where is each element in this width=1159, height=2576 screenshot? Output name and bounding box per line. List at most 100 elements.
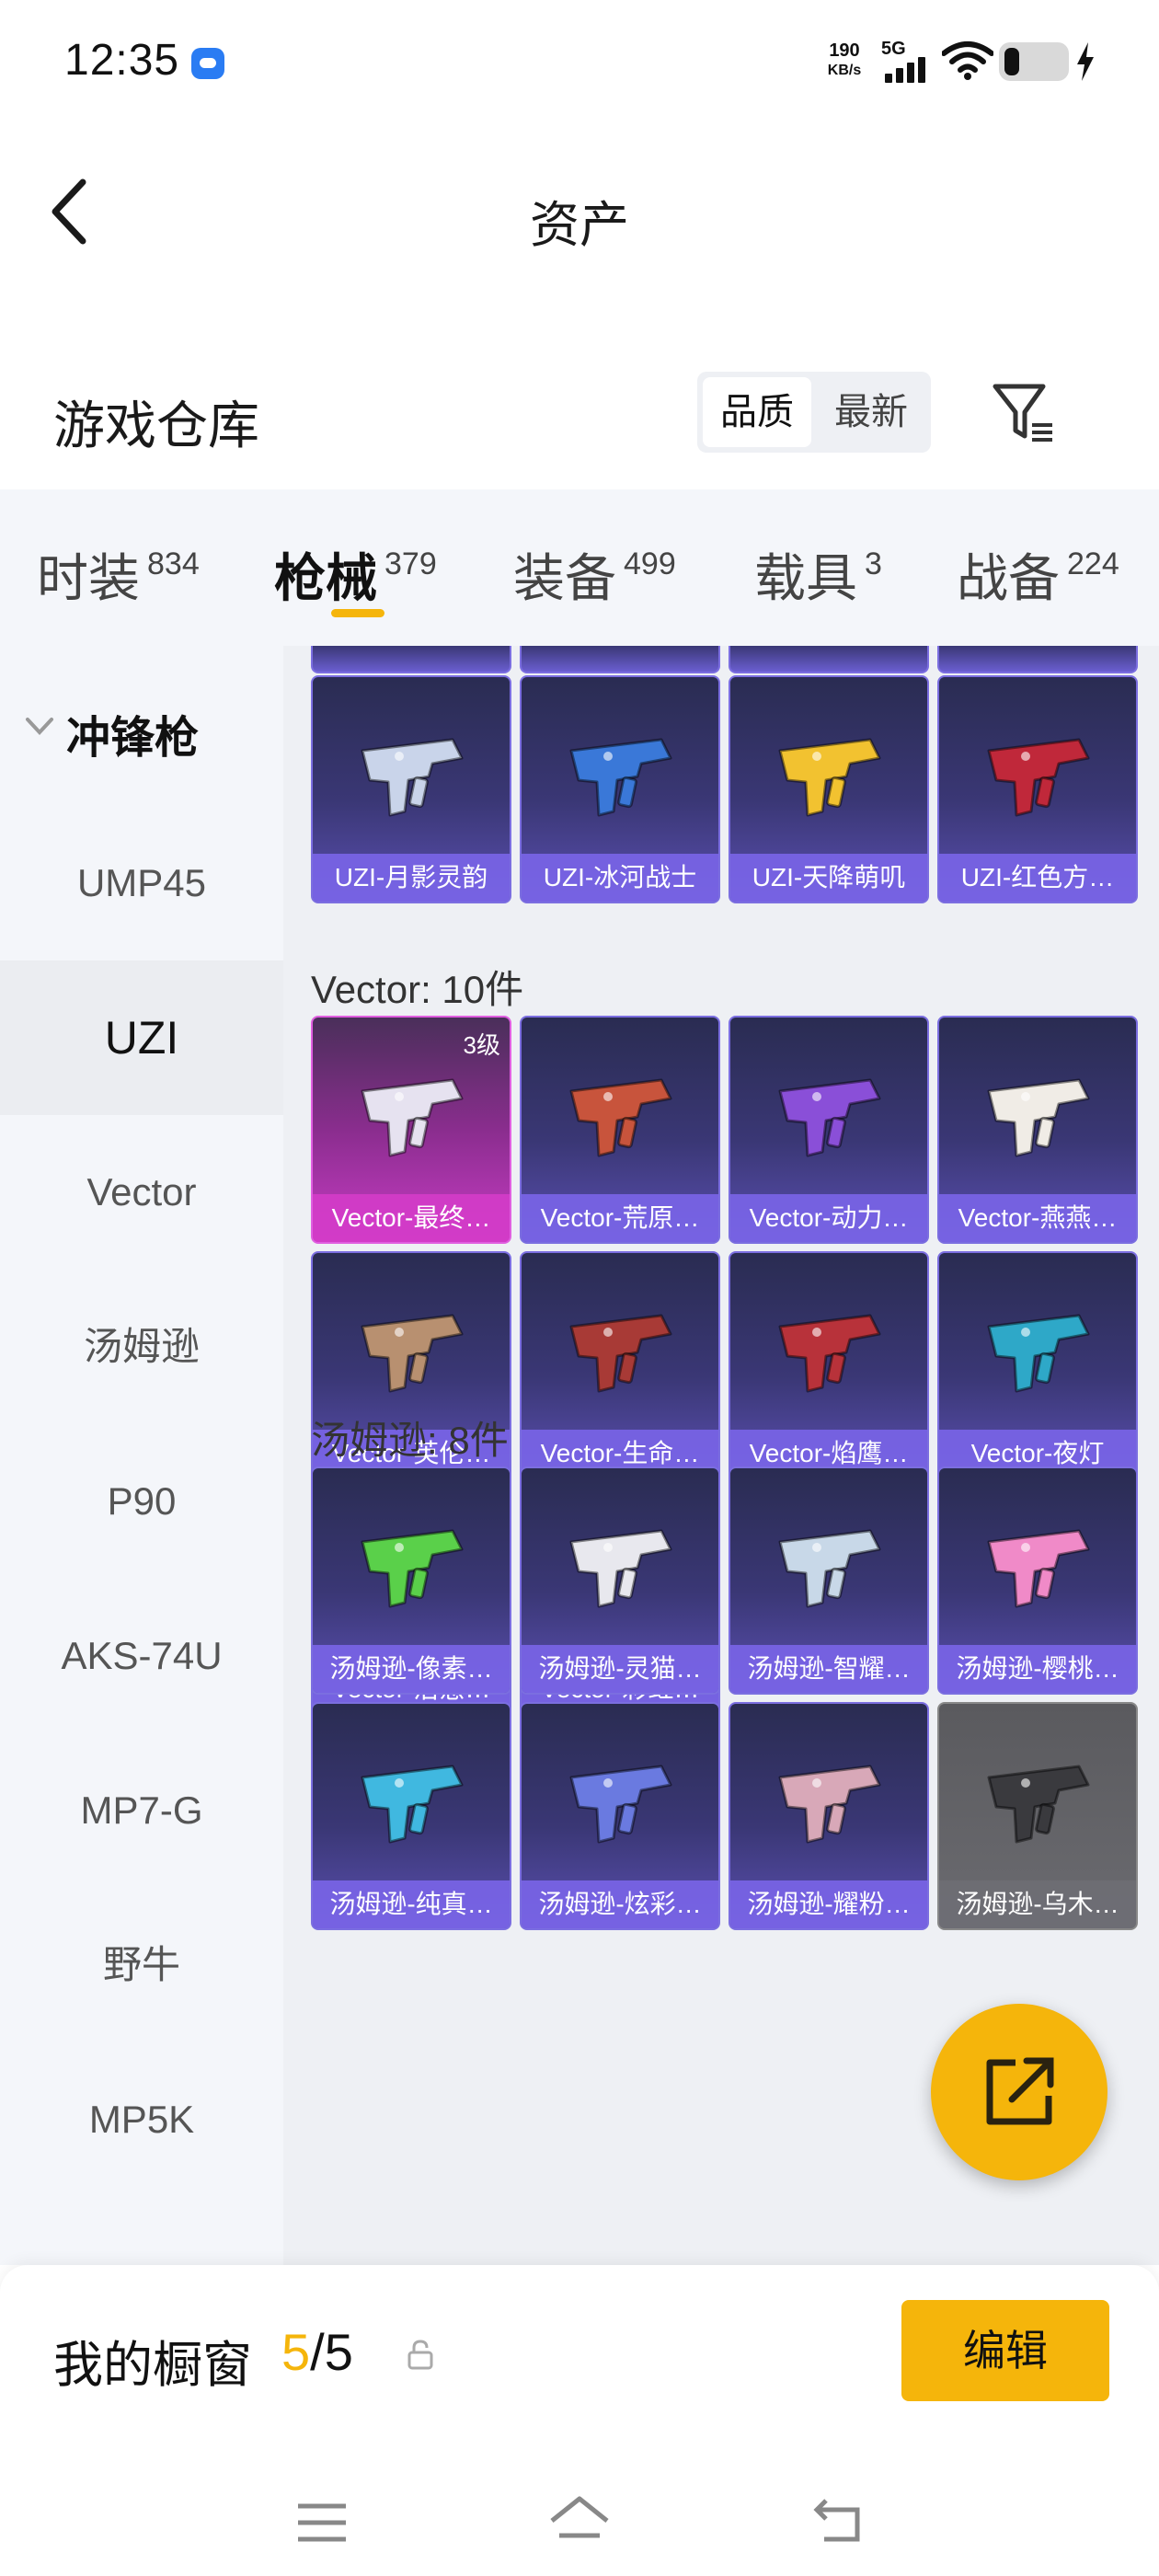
tab-equipment[interactable]: 装备 499: [513, 537, 676, 612]
weapon-skin-image: [987, 1765, 1090, 1844]
sidebar-item-aks74u[interactable]: AKS-74U: [0, 1579, 283, 1733]
skin-name: 汤姆逊-灵猫…: [522, 1645, 718, 1693]
group-title: 汤姆逊: 8件: [311, 1419, 509, 1462]
showcase-label: 我的橱窗: [53, 2338, 252, 2393]
signal-icon: [885, 55, 931, 83]
skin-card[interactable]: 汤姆逊-灵猫…: [520, 1466, 720, 1695]
network-speed-value: 190: [829, 40, 860, 61]
sort-option-quality[interactable]: 品质: [703, 377, 811, 447]
level-badge: 3级: [463, 1031, 500, 1059]
card-partial: [311, 646, 511, 673]
tab-count: 379: [384, 546, 437, 581]
skin-name: Vector-动力…: [730, 1194, 927, 1242]
weapon-skin-image: [361, 738, 464, 817]
wifi-icon: [942, 41, 993, 80]
warehouse-title: 游戏仓库: [53, 397, 259, 454]
skin-card[interactable]: Vector-燕燕…: [937, 1016, 1138, 1244]
sidebar-item-mp5k[interactable]: MP5K: [0, 2042, 283, 2197]
weapon-skin-image: [569, 1529, 672, 1608]
tab-label: 时装: [37, 549, 140, 607]
tab-vehicles[interactable]: 载具 3: [754, 537, 882, 612]
active-tab-indicator: [331, 609, 384, 617]
skin-card[interactable]: 汤姆逊-炫彩…: [520, 1702, 720, 1930]
share-icon: [986, 2057, 1054, 2125]
showcase-total: 5: [324, 2323, 353, 2381]
skin-card[interactable]: Vector-动力…: [729, 1016, 929, 1244]
sidebar-item-vector[interactable]: Vector: [0, 1115, 283, 1270]
sidebar-group-smg[interactable]: 冲锋枪: [22, 692, 280, 765]
skin-card[interactable]: Vector-夜灯: [937, 1251, 1138, 1479]
skin-name: Vector-燕燕…: [939, 1194, 1136, 1242]
app-notification-icon: [191, 48, 224, 79]
status-bar: 12:35 190 KB/s 5G: [0, 0, 1159, 129]
tab-firearms[interactable]: 枪械 379: [274, 537, 437, 612]
weapon-skin-image: [987, 1314, 1090, 1393]
weapon-skin-image: [778, 738, 881, 817]
sort-option-newest[interactable]: 最新: [817, 377, 925, 447]
sidebar-item-thompson[interactable]: 汤姆逊: [0, 1270, 283, 1424]
weapon-skin-image: [361, 1529, 464, 1608]
skin-card[interactable]: Vector-生命…: [520, 1251, 720, 1479]
skin-name: 汤姆逊-樱桃…: [939, 1645, 1136, 1693]
sidebar-item-bizon[interactable]: 野牛: [0, 1888, 283, 2042]
battery-icon: [999, 42, 1069, 81]
skin-card[interactable]: UZI-红色方…: [937, 675, 1138, 903]
skin-card[interactable]: UZI-冰河战士: [520, 675, 720, 903]
skin-name: 汤姆逊-智耀…: [730, 1645, 927, 1693]
skin-card[interactable]: UZI-月影灵韵: [311, 675, 511, 903]
group-title: Vector: 10件: [311, 968, 524, 1011]
edit-button[interactable]: 编辑: [901, 2300, 1109, 2401]
card-partial: [937, 646, 1138, 673]
tab-fashion[interactable]: 时装 834: [37, 537, 200, 612]
skin-card[interactable]: Vector-焰鹰…: [729, 1251, 929, 1479]
showcase-count: 5/5: [281, 2322, 353, 2382]
weapon-skin-image: [987, 738, 1090, 817]
card-partial: [729, 646, 929, 673]
weapon-skin-image: [361, 1078, 464, 1157]
tab-label: 载具: [754, 549, 857, 607]
system-nav-bar: [0, 2466, 1159, 2558]
skin-card[interactable]: 汤姆逊-耀粉…: [729, 1702, 929, 1930]
back-icon[interactable]: [811, 2495, 866, 2547]
skin-card[interactable]: 汤姆逊-智耀…: [729, 1466, 929, 1695]
weapon-skin-image: [569, 1765, 672, 1844]
menu-icon[interactable]: [296, 2502, 348, 2543]
skin-name: Vector-最终…: [313, 1194, 510, 1242]
weapon-skin-image: [361, 1765, 464, 1844]
weapon-skin-image: [569, 1078, 672, 1157]
skin-name: UZI-冰河战士: [522, 854, 718, 902]
top-header: 资产: [0, 129, 1159, 294]
skin-card[interactable]: UZI-天降萌叽: [729, 675, 929, 903]
tab-label: 战备: [957, 549, 1060, 607]
skin-card[interactable]: 汤姆逊-樱桃…: [937, 1466, 1138, 1695]
page-title: 资产: [530, 198, 629, 253]
home-icon[interactable]: [548, 2495, 611, 2547]
weapon-skin-image: [987, 1078, 1090, 1157]
weapon-skin-image: [778, 1078, 881, 1157]
network-speed: 190 KB/s: [817, 40, 872, 81]
chevron-down-icon: [26, 718, 53, 735]
skin-card[interactable]: 汤姆逊-像素…: [311, 1466, 511, 1695]
sidebar-item-mp7g[interactable]: MP7-G: [0, 1733, 283, 1888]
weapon-skin-image: [361, 1314, 464, 1393]
sort-toggle: 品质 最新: [697, 372, 931, 453]
charging-icon: [1077, 42, 1094, 81]
skin-card[interactable]: 3级 Vector-最终…: [311, 1016, 511, 1244]
sidebar-item-uzi[interactable]: UZI: [0, 960, 283, 1115]
skin-card[interactable]: 汤姆逊-乌木…: [937, 1702, 1138, 1930]
sidebar-item-p90[interactable]: P90: [0, 1424, 283, 1579]
showcase-separator: /: [310, 2323, 325, 2381]
showcase-current: 5: [281, 2323, 311, 2381]
tab-label: 装备: [513, 549, 616, 607]
skin-name: 汤姆逊-炫彩…: [522, 1880, 718, 1928]
tab-supplies[interactable]: 战备 224: [957, 537, 1119, 612]
filter-icon[interactable]: [990, 379, 1058, 447]
share-button[interactable]: [931, 2004, 1107, 2180]
skin-card[interactable]: Vector-荒原…: [520, 1016, 720, 1244]
sidebar-item-ump45[interactable]: UMP45: [0, 806, 283, 960]
tab-count: 499: [624, 546, 676, 581]
skin-card[interactable]: 汤姆逊-纯真…: [311, 1702, 511, 1930]
tab-count: 224: [1067, 546, 1119, 581]
tab-count: 834: [147, 546, 200, 581]
skin-name: UZI-月影灵韵: [313, 854, 510, 902]
